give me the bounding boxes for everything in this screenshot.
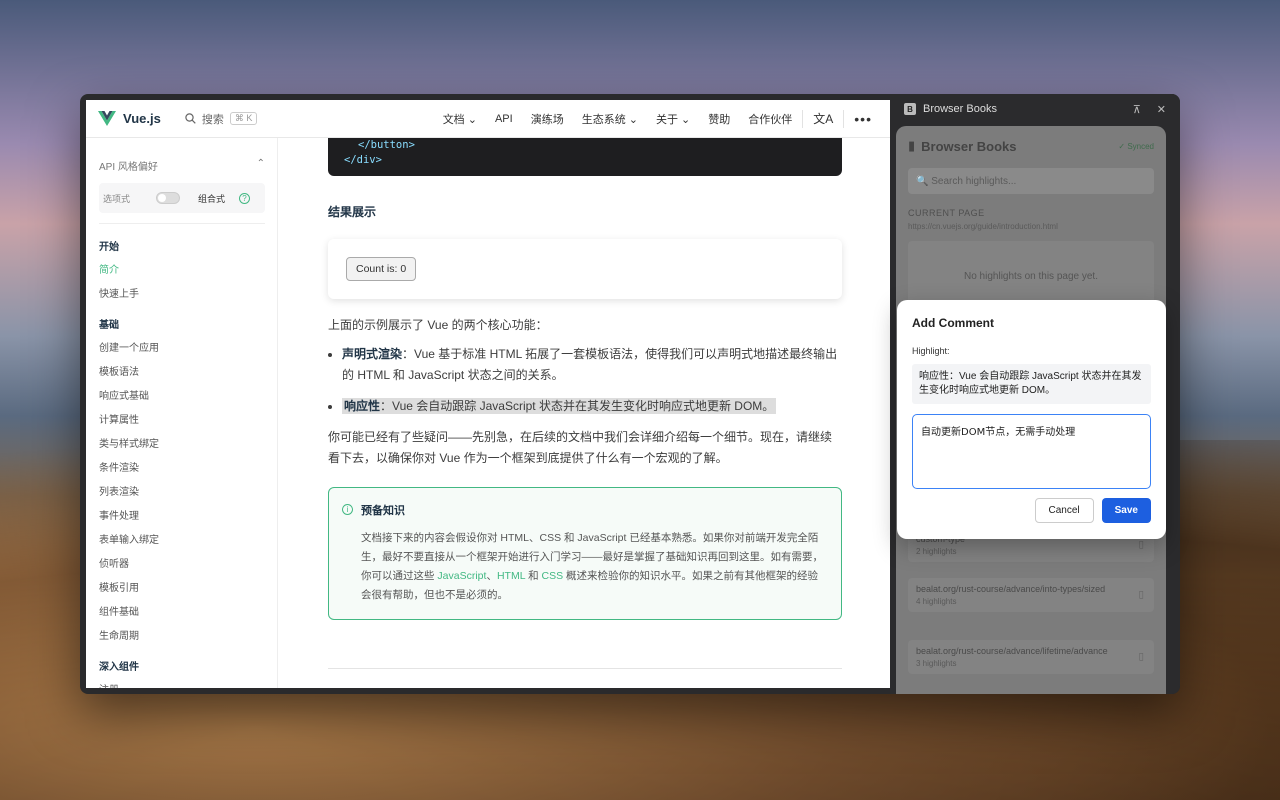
extension-logo-icon: B <box>904 103 916 115</box>
chevron-up-icon[interactable]: ⌃ <box>257 158 265 173</box>
add-comment-dialog: Add Comment Highlight: 响应性：Vue 会自动跟踪 Jav… <box>897 300 1166 539</box>
tip-text: 文档接下来的内容会假设你对 HTML、CSS 和 JavaScript 已经基本… <box>361 532 823 601</box>
list-item: 响应性：Vue 会自动跟踪 JavaScript 状态并在其发生变化时响应式地更… <box>342 396 842 417</box>
nav-divider <box>802 109 804 128</box>
sidebar-item[interactable]: 生命周期 <box>99 627 265 642</box>
search-shortcut: ⌘ K <box>229 112 258 125</box>
api-style-toggle[interactable] <box>156 192 181 204</box>
panel-header: B Browser Books ⊼ ✕ <box>890 94 1180 124</box>
sidebar-group-title: 深入组件 <box>99 662 139 673</box>
sidebar-item[interactable]: 注册 <box>99 681 265 688</box>
nav-link-about[interactable]: 关于 ⌄ <box>656 111 690 127</box>
comment-input[interactable]: 自动更新DOM节点，无需手动处理 <box>912 414 1151 489</box>
list-item: 声明式渲染：Vue 基于标准 HTML 拓展了一套模板语法，使得我们可以声明式地… <box>342 344 842 386</box>
vue-logo[interactable]: Vue.js <box>98 111 161 126</box>
doc-content: </button> </div> 结果展示 Count is: 0 上面的示例展… <box>328 138 842 669</box>
composition-api-label[interactable]: 组合式 <box>198 192 225 205</box>
current-page-label: CURRENT PAGE <box>908 208 985 218</box>
nav-link-sponsor[interactable]: 赞助 <box>708 111 730 127</box>
sidebar-divider <box>99 223 265 224</box>
current-page-url: https://cn.vuejs.org/guide/introduction.… <box>908 222 1058 231</box>
trash-icon[interactable]: ▯ <box>1138 652 1144 663</box>
chevron-down-icon: ⌄ <box>681 113 691 126</box>
sidebar-item[interactable]: 响应式基础 <box>99 387 265 402</box>
html-link[interactable]: HTML <box>497 570 525 582</box>
sidebar-item[interactable]: 模板引用 <box>99 579 265 594</box>
sidebar-item[interactable]: 简介 <box>99 261 265 276</box>
sidebar-item[interactable]: 表单输入绑定 <box>99 531 265 546</box>
sidebar-item[interactable]: 列表渲染 <box>99 483 265 498</box>
tip-title: 预备知识 <box>361 505 405 517</box>
sidebar-item[interactable]: 创建一个应用 <box>99 339 265 354</box>
highlight-label: Highlight: <box>912 346 950 356</box>
sidebar-item[interactable]: 类与样式绑定 <box>99 435 265 450</box>
chevron-down-icon: ⌄ <box>628 113 638 126</box>
code-block: </button> </div> <box>328 138 842 176</box>
trash-icon[interactable]: ▯ <box>1138 590 1144 601</box>
nav-link-docs[interactable]: 文档 ⌄ <box>443 111 477 127</box>
dialog-actions: Cancel Save <box>1034 498 1151 523</box>
chevron-down-icon: ⌄ <box>467 113 477 126</box>
pin-icon[interactable]: ⊼ <box>1133 103 1141 116</box>
paragraph: 你可能已经有了些疑问——先别急，在后续的文档中我们会详细介绍每一个细节。现在，请… <box>328 430 833 465</box>
book-icon: ▮ <box>908 138 916 153</box>
panel-title: Browser Books <box>923 103 997 115</box>
sidebar-item[interactable]: 组件基础 <box>99 603 265 618</box>
counter-button[interactable]: Count is: 0 <box>346 257 417 281</box>
list-item[interactable]: bealat.org/rust-course/advance/into-type… <box>908 578 1154 612</box>
search-icon <box>185 113 196 124</box>
api-preference-title: API 风格偏好 ⌃ <box>99 158 265 173</box>
search-label: 搜索 <box>201 113 224 126</box>
sidebar-item[interactable]: 事件处理 <box>99 507 265 522</box>
list-item[interactable]: bealat.org/rust-course/advance/lifetime/… <box>908 640 1154 674</box>
demo-box: Count is: 0 <box>328 239 842 299</box>
nav-link-ecosystem[interactable]: 生态系统 ⌄ <box>582 111 638 127</box>
options-api-label[interactable]: 选项式 <box>103 192 130 205</box>
sync-status: ✓ Synced <box>1118 141 1154 151</box>
sidebar-groups: 开始简介快速上手基础创建一个应用 模板语法响应式基础计算属性类与样式绑定 条件渲染列… <box>99 238 265 688</box>
close-icon[interactable]: ✕ <box>1157 103 1166 116</box>
code-line: </div> <box>344 154 382 166</box>
top-nav: Vue.js 搜索 ⌘ K 文档 ⌄ API 演练场 生态系统 ⌄ 关于 ⌄ 赞… <box>86 100 890 138</box>
nav-link-partners[interactable]: 合作伙伴 <box>748 111 792 127</box>
intro-text: 上面的示例展示了 Vue 的两个核心功能： <box>328 318 548 332</box>
web-page: Vue.js 搜索 ⌘ K 文档 ⌄ API 演练场 生态系统 ⌄ 关于 ⌄ 赞… <box>86 100 890 688</box>
nav-links: 文档 ⌄ API 演练场 生态系统 ⌄ 关于 ⌄ 赞助 合作伙伴 <box>443 111 793 127</box>
tip-box: i 预备知识 文档接下来的内容会假设你对 HTML、CSS 和 JavaScri… <box>328 487 842 620</box>
content-divider <box>328 668 842 669</box>
javascript-link[interactable]: JavaScript <box>437 570 486 582</box>
nav-link-api[interactable]: API <box>495 113 513 125</box>
highlight-quote: 响应性：Vue 会自动跟踪 JavaScript 状态并在其发生变化时响应式地更… <box>912 364 1151 404</box>
highlight-search-input[interactable]: 🔍 Search highlights... <box>908 168 1154 194</box>
dialog-title: Add Comment <box>912 316 994 330</box>
vue-logo-icon <box>98 111 116 126</box>
sidebar-item[interactable]: 侦听器 <box>99 555 265 570</box>
save-button[interactable]: Save <box>1101 498 1151 523</box>
result-heading: 结果展示 <box>328 205 377 219</box>
sidebar-item[interactable]: 条件渲染 <box>99 459 265 474</box>
sidebar-item[interactable]: 快速上手 <box>99 285 265 300</box>
css-link[interactable]: CSS <box>542 570 564 582</box>
sidebar-item[interactable]: 计算属性 <box>99 411 265 426</box>
feature-list: 声明式渲染：Vue 基于标准 HTML 拓展了一套模板语法，使得我们可以声明式地… <box>328 344 842 417</box>
code-line: </button> <box>358 139 415 151</box>
trash-icon[interactable]: ▯ <box>1138 540 1144 551</box>
highlighted-text[interactable]: 响应性：Vue 会自动跟踪 JavaScript 状态并在其发生变化时响应式地更… <box>342 398 777 414</box>
cancel-button[interactable]: Cancel <box>1034 498 1094 523</box>
docs-sidebar: API 风格偏好 ⌃ 选项式 组合式 ? 开始简介快速上手基础创建一个应用 模板语法… <box>86 138 278 688</box>
search-button[interactable]: 搜索 ⌘ K <box>185 111 258 127</box>
sidebar-group-title: 基础 <box>99 320 119 331</box>
sidebar-item[interactable]: 模板语法 <box>99 363 265 378</box>
info-icon: i <box>342 504 353 515</box>
nav-divider <box>843 109 845 128</box>
sidebar-group-title: 开始 <box>99 242 119 253</box>
api-preference-switch: 选项式 组合式 ? <box>99 183 265 213</box>
help-icon[interactable]: ? <box>239 192 251 204</box>
brand-name: Vue.js <box>123 111 161 126</box>
panel-body-title: ▮ Browser Books ✓ Synced <box>908 138 1154 154</box>
more-icon[interactable]: ••• <box>854 111 872 127</box>
translate-icon[interactable]: 文A <box>813 110 833 127</box>
nav-link-playground[interactable]: 演练场 <box>531 111 564 127</box>
